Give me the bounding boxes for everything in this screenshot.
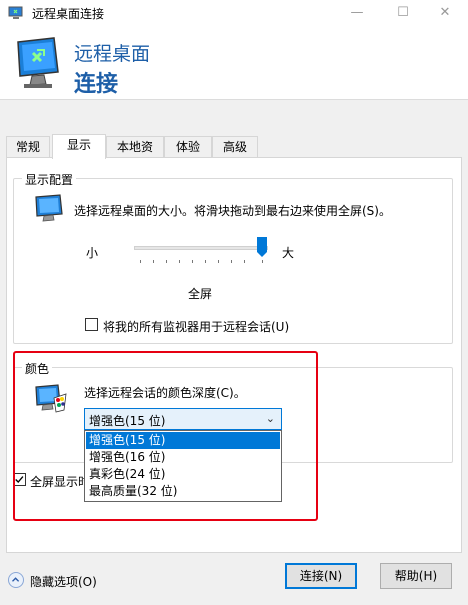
tab-general[interactable]: 常规: [6, 136, 50, 158]
color-depth-option[interactable]: 增强色(15 位): [86, 432, 280, 449]
chevron-down-icon: ⌄: [265, 412, 275, 425]
slider-value-label: 全屏: [188, 287, 213, 301]
color-depth-option[interactable]: 最高质量(32 位): [86, 483, 280, 500]
tab-advanced[interactable]: 高级: [212, 136, 258, 158]
slider-min-label: 小: [86, 246, 99, 260]
tab-experience[interactable]: 体验: [164, 136, 212, 158]
multi-monitor-label: 将我的所有监视器用于远程会话(U): [103, 320, 290, 334]
display-monitor-icon: [35, 194, 63, 222]
display-config-description: 选择远程桌面的大小。将滑块拖动到最右边来使用全屏(S)。: [74, 204, 391, 218]
color-depth-options: 增强色(15 位) 增强色(16 位) 真彩色(24 位) 最高质量(32 位): [84, 430, 282, 502]
display-config-group-label: 显示配置: [22, 171, 77, 188]
maximize-button[interactable]: ☐: [380, 0, 426, 26]
multi-monitor-checkbox[interactable]: [85, 318, 98, 331]
checkmark-icon: [15, 476, 24, 484]
minimize-button[interactable]: —: [334, 0, 380, 26]
tab-display[interactable]: 显示: [52, 134, 106, 159]
color-palette-monitor-icon: [35, 384, 67, 413]
tab-local-resources[interactable]: 本地资源: [106, 136, 164, 174]
remote-desktop-monitor-icon: [17, 37, 59, 88]
resolution-slider-track[interactable]: [134, 246, 268, 250]
fullscreen-bar-label: 全屏显示时: [30, 475, 91, 489]
color-depth-option[interactable]: 增强色(16 位): [86, 449, 280, 466]
remote-desktop-app-icon: [8, 6, 23, 19]
chevron-up-circle-icon: [8, 572, 24, 588]
color-depth-dropdown[interactable]: 增强色(15 位) ⌄: [84, 408, 282, 430]
fullscreen-bar-checkbox[interactable]: [13, 473, 26, 486]
colors-group-label: 颜色: [22, 360, 53, 377]
resolution-slider-thumb[interactable]: [257, 237, 267, 257]
color-depth-option[interactable]: 真彩色(24 位): [86, 466, 280, 483]
header-banner: 远程桌面 连接: [0, 26, 468, 100]
slider-max-label: 大: [282, 246, 295, 260]
header-title-line1: 远程桌面: [74, 43, 151, 65]
title-bar: 远程桌面连接 — ☐ ✕: [0, 0, 468, 26]
close-button[interactable]: ✕: [422, 0, 468, 26]
connect-button[interactable]: 连接(N): [285, 563, 357, 589]
window-title: 远程桌面连接: [32, 7, 105, 21]
colors-description: 选择远程会话的颜色深度(C)。: [84, 386, 246, 400]
help-button[interactable]: 帮助(H): [380, 563, 452, 589]
hide-options-label: 隐藏选项(O): [30, 575, 97, 589]
color-depth-selected: 增强色(15 位): [89, 414, 166, 428]
header-title-line2: 连接: [74, 72, 119, 97]
